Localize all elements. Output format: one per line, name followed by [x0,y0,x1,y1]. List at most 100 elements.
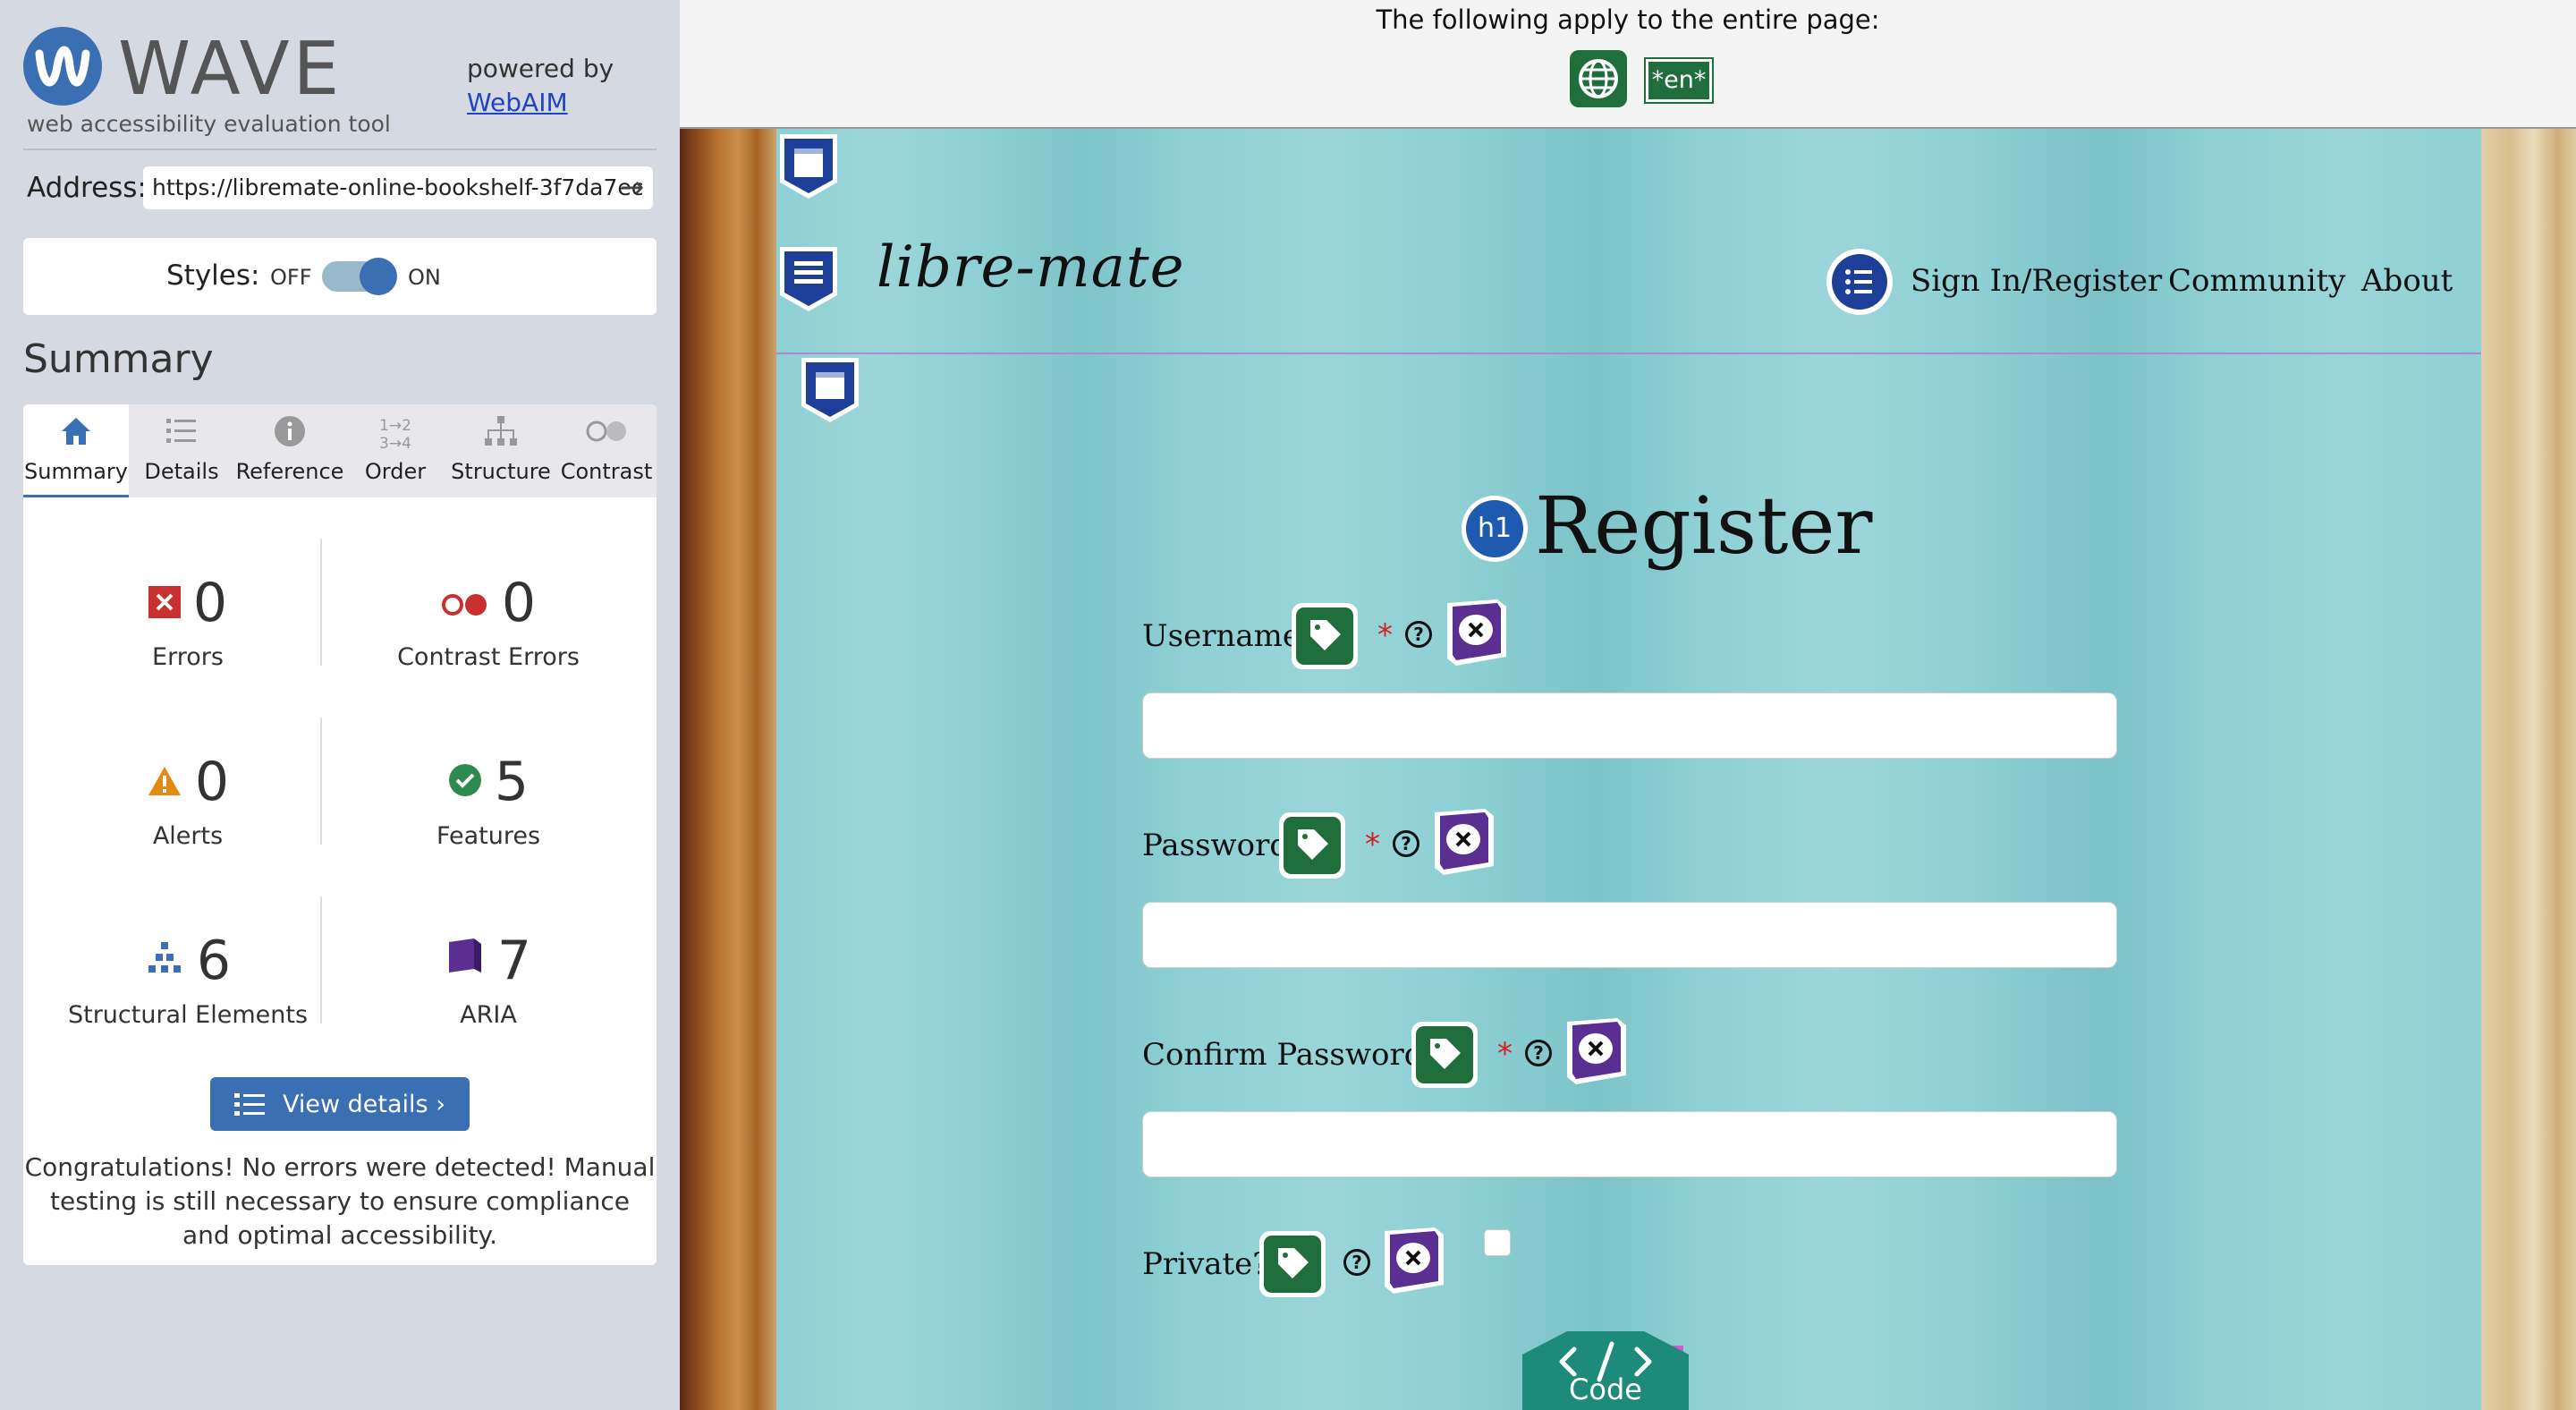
contrast-icon [556,413,657,456]
styles-toggle[interactable] [322,258,397,295]
stat-alerts[interactable]: 0 Alerts [45,750,331,850]
address-value[interactable]: https://libremate-online-bookshelf-3f7da… [152,166,644,209]
list-icon [129,413,234,456]
language-badge[interactable]: *en* [1646,59,1712,102]
aria-hidden-icon[interactable] [1562,1016,1630,1088]
structural-label: Structural Elements [67,1001,309,1030]
help-icon[interactable]: ? [1343,1249,1370,1276]
nav-link-community[interactable]: Community [2168,254,2346,308]
code-label[interactable]: Code [1522,1372,1689,1406]
required-asterisk: * [1377,617,1393,653]
nav-link-about[interactable]: About [2361,254,2453,308]
stat-contrast-errors[interactable]: 0 Contrast Errors [327,571,649,671]
unordered-list-icon[interactable] [1826,249,1893,315]
wood-background-left [680,129,776,1410]
site-brand-logo[interactable]: libre-mate [877,234,1184,301]
list-icon [234,1077,267,1131]
home-icon [23,413,129,456]
required-asterisk: * [1497,1036,1513,1072]
page-level-banner: The following apply to the entire page: … [680,0,2576,129]
aria-icon [445,926,485,990]
powered-by-text: powered by [467,54,614,83]
password-label: Password [1142,828,1290,863]
analyzed-page: libre-mate Sign In/Register Community Ab… [680,129,2576,1410]
alerts-label: Alerts [152,822,224,851]
confirm-password-label: Confirm Password [1142,1037,1424,1073]
view-details-button[interactable]: View details › [210,1077,470,1131]
styles-toggle-panel: Styles: OFF ON [23,238,657,315]
features-count: 5 [494,751,530,813]
label-tag-icon[interactable] [1411,1022,1478,1088]
aria-hidden-icon[interactable] [1379,1226,1447,1297]
tab-summary[interactable]: Summary [23,404,129,497]
alert-icon [147,747,182,811]
help-icon[interactable]: ? [1393,830,1419,857]
congrats-message: Congratulations! No errors were detected… [24,1152,656,1250]
teal-background [776,129,2481,1410]
page-heading: Register [1535,480,1873,572]
wave-subtitle: web accessibility evaluation tool [27,111,391,137]
tab-reference[interactable]: Reference [234,404,345,497]
help-icon[interactable]: ? [1525,1040,1552,1066]
info-icon [234,413,345,456]
structure-icon [145,926,184,990]
nav-link-sign-in-register[interactable]: Sign In/Register [1911,254,2162,308]
navigation-region-icon[interactable] [776,243,841,315]
address-input[interactable]: https://libremate-online-bookshelf-3f7da… [143,166,653,209]
wave-sidebar: WAVE web accessibility evaluation tool p… [0,0,680,1410]
summary-panel: Summary Details Reference 1→23→4 Order [23,404,657,1265]
features-label: Features [436,822,541,851]
language-globe-icon[interactable] [1570,50,1627,107]
label-tag-icon[interactable] [1259,1231,1326,1297]
errors-count: 0 [192,572,228,634]
private-label: Private? [1142,1246,1269,1282]
private-checkbox[interactable] [1484,1229,1511,1256]
alerts-count: 0 [194,751,230,813]
styles-on-label: ON [408,265,441,290]
header-divider [776,352,2481,354]
aria-count: 7 [496,930,532,992]
aria-hidden-icon[interactable] [1442,598,1510,669]
stat-errors[interactable]: 0 Errors [45,571,331,671]
divider [23,149,657,150]
powered-by: powered by WebAIM [467,52,614,120]
summary-heading: Summary [23,336,214,382]
order-icon: 1→2 3→4 [379,417,411,453]
styles-off-label: OFF [270,265,312,290]
username-label: Username [1142,618,1301,654]
contrast-errors-label: Contrast Errors [397,643,580,672]
main-region-icon[interactable] [798,354,862,426]
username-input[interactable] [1142,692,2117,759]
aria-hidden-icon[interactable] [1429,807,1497,879]
help-icon[interactable]: ? [1405,621,1432,648]
stat-features[interactable]: 5 Features [327,750,649,850]
label-tag-icon[interactable] [1292,603,1358,669]
tab-bar: Summary Details Reference 1→23→4 Order [23,404,657,497]
go-arrow-icon[interactable]: → [620,166,644,208]
structure-icon [445,413,556,456]
structural-count: 6 [196,930,232,992]
toggle-knob[interactable] [360,258,397,295]
address-label: Address: [27,172,147,204]
heading-level-badge[interactable]: h1 [1462,496,1528,562]
tab-details[interactable]: Details [129,404,234,497]
tab-structure[interactable]: Structure [445,404,556,497]
wave-logo-text: WAVE [118,27,343,112]
tab-contrast[interactable]: Contrast [556,404,657,497]
tab-order[interactable]: 1→2 3→4 Order [345,404,445,497]
aria-label: ARIA [460,1001,517,1030]
stat-structural[interactable]: 6 Structural Elements [45,929,331,1029]
stat-aria[interactable]: 7 ARIA [327,929,649,1029]
password-input[interactable] [1142,902,2117,968]
error-icon [148,568,181,633]
styles-label: Styles: [166,259,260,292]
page-level-text: The following apply to the entire page: [1376,4,1880,35]
wood-background-right [2481,129,2576,1410]
feature-check-icon [448,747,482,811]
confirm-password-input[interactable] [1142,1111,2117,1177]
header-region-icon[interactable] [776,131,841,202]
webaim-link[interactable]: WebAIM [467,88,568,117]
wave-logo-icon [23,27,102,106]
label-tag-icon[interactable] [1279,812,1345,879]
required-asterisk: * [1365,827,1380,862]
